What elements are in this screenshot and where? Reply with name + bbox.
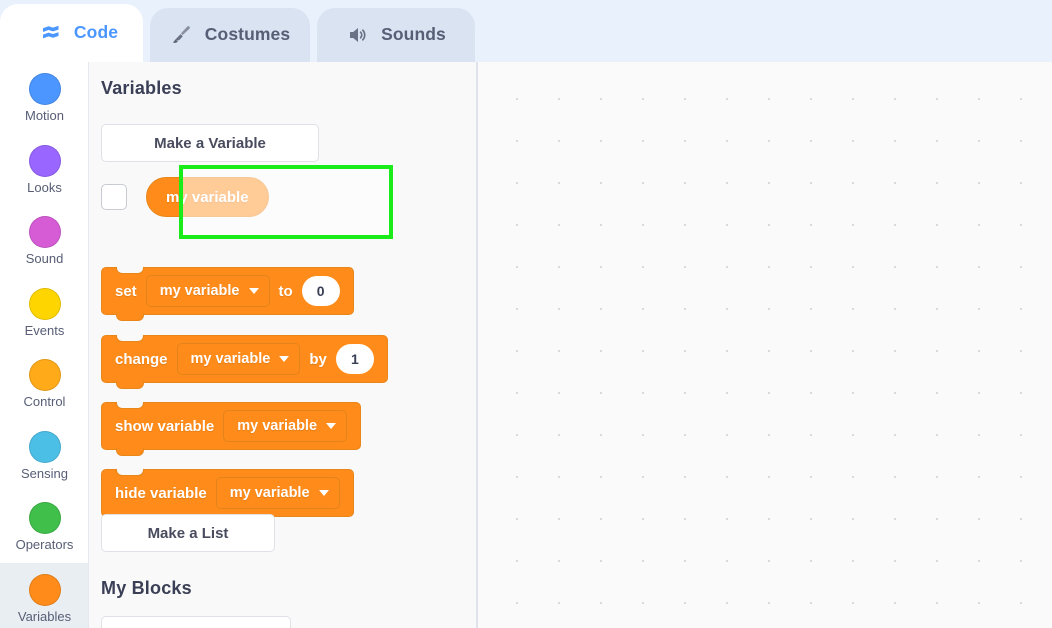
variable-dropdown-change[interactable]: my variable (176, 343, 301, 375)
variables-color-dot (28, 573, 61, 606)
variable-dropdown-show[interactable]: my variable (223, 410, 348, 442)
motion-color-dot (28, 73, 61, 106)
variable-dropdown-hide[interactable]: my variable (215, 477, 340, 509)
chevron-down-icon (279, 356, 290, 362)
tab-code-label: Code (73, 22, 119, 43)
tab-costumes-label: Costumes (204, 24, 291, 45)
dropdown-value: my variable (190, 351, 271, 367)
block-label-to: to (278, 282, 293, 300)
sidebar-item-sensing[interactable]: Sensing (0, 420, 88, 492)
chevron-down-icon (326, 423, 337, 429)
tab-code[interactable]: Code (0, 4, 143, 62)
block-change-variable[interactable]: change my variable by 1 (101, 335, 388, 389)
scratch-editor: Code Costumes Sounds Motion Looks Sound … (0, 0, 1052, 628)
sensing-color-dot (28, 430, 61, 463)
chevron-down-icon (248, 288, 259, 294)
block-label-change: change (115, 350, 168, 368)
speaker-icon (346, 23, 370, 47)
change-value-input[interactable]: 1 (335, 344, 374, 374)
sidebar-item-sound[interactable]: Sound (0, 205, 88, 277)
block-label-by: by (309, 350, 327, 368)
tab-sounds-label: Sounds (381, 24, 446, 45)
sidebar-item-label: Events (24, 322, 65, 338)
editor-body: Motion Looks Sound Events Control Sensin (0, 62, 1052, 628)
events-color-dot (28, 287, 61, 320)
sound-color-dot (28, 216, 61, 249)
sidebar-item-label: Control (23, 394, 66, 410)
looks-color-dot (28, 144, 61, 177)
sidebar-item-label: Variables (17, 608, 72, 624)
editor-tab-bar: Code Costumes Sounds (0, 0, 1052, 62)
code-blocks-icon (39, 21, 63, 45)
make-a-list-button[interactable]: Make a List (101, 514, 275, 552)
block-label-set: set (115, 282, 137, 300)
sidebar-item-events[interactable]: Events (0, 277, 88, 349)
palette-section-my-blocks: My Blocks (101, 578, 192, 598)
variable-reporter-row: my variable (101, 177, 269, 217)
sidebar-item-control[interactable]: Control (0, 348, 88, 420)
chevron-down-icon (318, 490, 329, 496)
variable-dropdown-set[interactable]: my variable (145, 275, 270, 307)
block-set-variable[interactable]: set my variable to 0 (101, 267, 354, 321)
sidebar-item-looks[interactable]: Looks (0, 134, 88, 206)
dropdown-value: my variable (229, 485, 310, 501)
block-label-hide-variable: hide variable (115, 484, 207, 502)
set-value-input[interactable]: 0 (301, 276, 340, 306)
block-palette[interactable]: Variables Make a Variable my variable se… (89, 62, 478, 628)
sidebar-item-label: Looks (27, 179, 62, 195)
block-label-show-variable: show variable (115, 417, 215, 435)
sidebar-item-label: Sound (25, 251, 64, 267)
sidebar-item-label: Motion (24, 108, 65, 124)
make-a-variable-button[interactable]: Make a Variable (101, 124, 319, 162)
tab-costumes[interactable]: Costumes (150, 8, 310, 62)
palette-section-variables: Variables (101, 78, 182, 98)
paintbrush-icon (170, 23, 194, 47)
sidebar-item-label: Operators (15, 537, 74, 553)
scripting-workspace-canvas[interactable] (478, 62, 1052, 628)
sidebar-item-operators[interactable]: Operators (0, 491, 88, 563)
tab-sounds[interactable]: Sounds (317, 8, 475, 62)
operators-color-dot (28, 502, 61, 535)
sidebar-item-variables[interactable]: Variables (0, 562, 88, 628)
dropdown-value: my variable (237, 418, 318, 434)
variable-monitor-checkbox[interactable] (101, 184, 127, 210)
control-color-dot (28, 359, 61, 392)
block-hide-variable[interactable]: hide variable my variable (101, 469, 354, 523)
sidebar-item-label: Sensing (21, 465, 68, 481)
block-category-rail: Motion Looks Sound Events Control Sensin (0, 62, 89, 628)
make-a-block-button[interactable]: Make a Block (101, 616, 291, 628)
dropdown-value: my variable (159, 283, 240, 299)
block-show-variable[interactable]: show variable my variable (101, 402, 362, 456)
sidebar-item-motion[interactable]: Motion (0, 62, 88, 134)
variable-reporter-my-variable[interactable]: my variable (146, 177, 269, 217)
